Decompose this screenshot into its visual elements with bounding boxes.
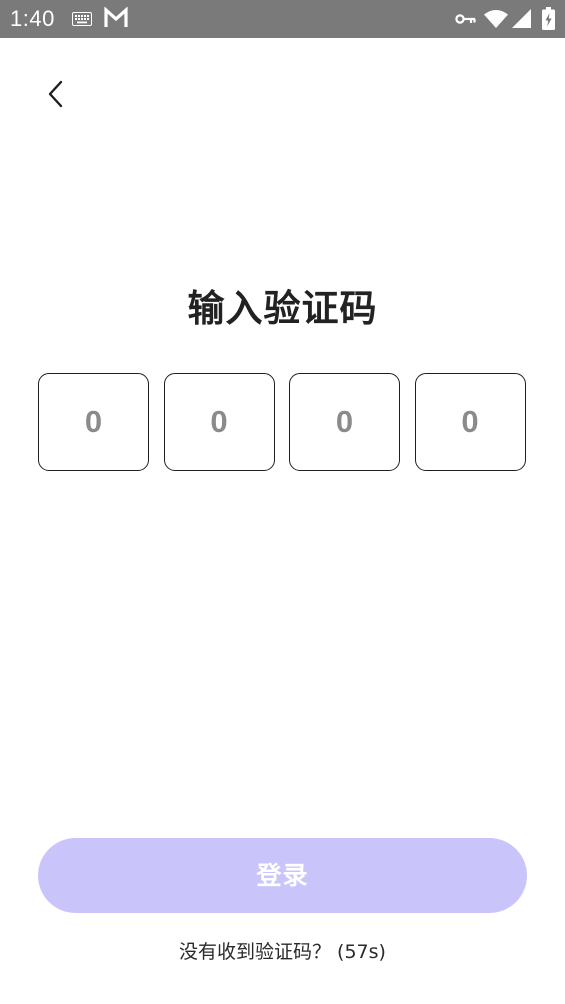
keyboard-icon bbox=[72, 12, 92, 26]
signal-icon bbox=[512, 9, 531, 28]
code-digit: 0 bbox=[84, 404, 103, 439]
code-box-1[interactable]: 0 bbox=[38, 373, 149, 471]
gmail-icon bbox=[104, 7, 128, 29]
chevron-left-icon bbox=[36, 72, 76, 116]
code-digit: 0 bbox=[335, 404, 354, 439]
resend-code-link[interactable]: 没有收到验证码？ (57s) bbox=[0, 939, 565, 965]
back-button[interactable] bbox=[36, 72, 76, 116]
code-digit: 0 bbox=[461, 404, 479, 439]
code-digit: 0 bbox=[210, 404, 228, 439]
code-box-3[interactable]: 0 bbox=[289, 373, 400, 471]
vpn-key-icon bbox=[455, 12, 477, 26]
status-time: 1:40 bbox=[10, 6, 55, 31]
battery-charging-icon bbox=[542, 7, 555, 30]
verification-code-input[interactable]: 0 0 0 0 bbox=[38, 373, 528, 473]
login-button[interactable]: 登录 bbox=[38, 838, 527, 913]
wifi-icon bbox=[484, 9, 508, 28]
page-title: 输入验证码 bbox=[187, 287, 378, 330]
resend-countdown: (57s) bbox=[337, 941, 386, 963]
code-box-4[interactable]: 0 bbox=[414, 373, 526, 471]
status-bar: 1:40 bbox=[0, 0, 565, 38]
code-box-2[interactable]: 0 bbox=[163, 373, 275, 471]
resend-prompt: 没有收到验证码？ bbox=[179, 941, 332, 963]
